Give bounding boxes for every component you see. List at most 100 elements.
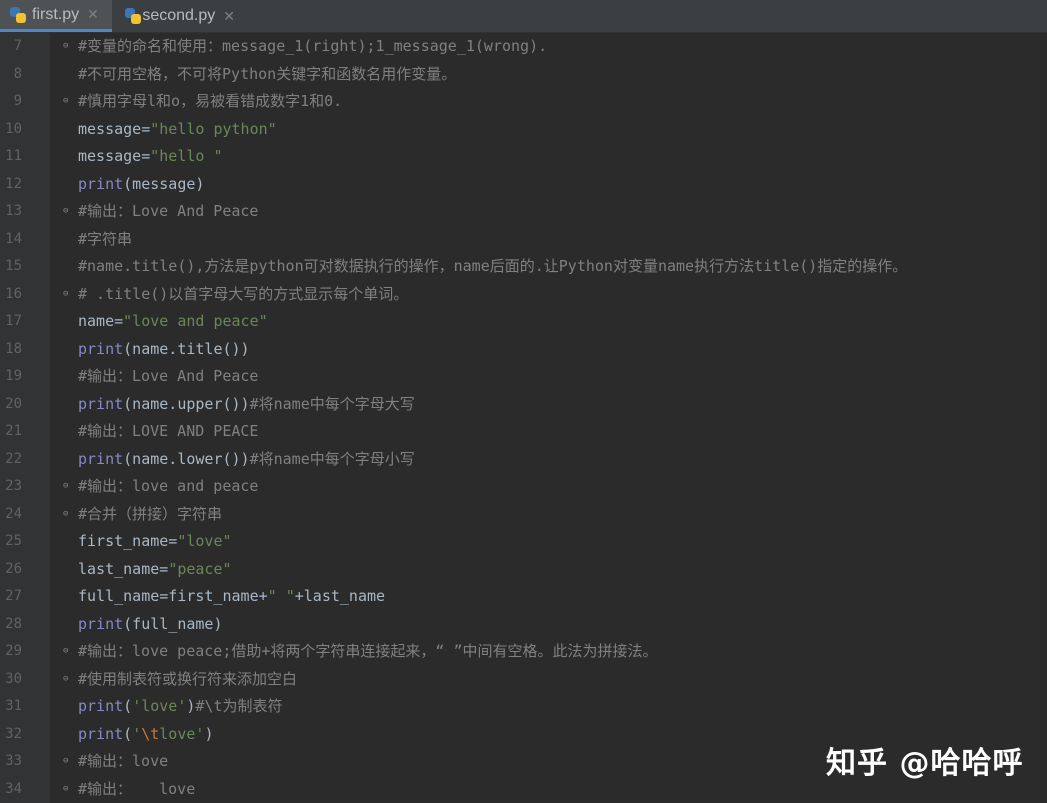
code-line: 12 print(message)	[0, 171, 1047, 199]
comment: #输出：love and peace	[78, 477, 259, 495]
comment: #变量的命名和使用：message_1(right);1_message_1(w…	[78, 37, 548, 55]
code-line: 17 name="love and peace"	[0, 308, 1047, 336]
line-number: 25	[5, 533, 22, 549]
identifier: message=	[78, 119, 151, 138]
builtin-keyword: print	[78, 614, 124, 633]
fold-marker-icon[interactable]: ⊖	[63, 289, 73, 300]
comment: #合并（拼接）字符串	[78, 504, 223, 523]
fold-marker-icon[interactable]: ⊖	[63, 41, 73, 52]
comment: # .title()以首字母大写的方式显示每个单词。	[78, 284, 409, 303]
line-number: 20	[5, 395, 22, 412]
comment: #输出：Love And Peace	[78, 367, 259, 385]
line-number: 9	[13, 93, 22, 109]
close-icon[interactable]: ✕	[223, 8, 235, 25]
code-line: 15 #name.title(),方法是python可对数据执行的操作，name…	[0, 253, 1047, 281]
line-number: 7	[13, 38, 22, 54]
identifier: full_name=first_name+	[78, 587, 268, 605]
fold-marker-icon[interactable]: ⊖	[63, 756, 73, 767]
code-line: 31 print('love')#\t为制表符	[0, 693, 1047, 721]
fold-marker-icon[interactable]: ⊖	[63, 674, 73, 685]
code-line: 8 #不可用空格，不可将Python关键字和函数名用作变量。	[0, 61, 1047, 89]
line-number: 15	[5, 258, 22, 274]
line-number: 22	[5, 450, 22, 467]
line-number: 23	[5, 478, 22, 494]
code-line: 7 ⊖ #变量的命名和使用：message_1(right);1_message…	[0, 33, 1047, 61]
string-literal: "hello "	[150, 147, 223, 165]
fold-marker-icon[interactable]: ⊖	[63, 481, 73, 492]
identifier: (message)	[123, 174, 205, 193]
tab-label: first.py	[32, 5, 80, 23]
fold-marker-icon[interactable]: ⊖	[63, 784, 73, 795]
line-number: 16	[5, 285, 22, 302]
identifier: message=	[78, 147, 151, 165]
python-file-icon	[10, 6, 26, 23]
comment: #将name中每个字母小写	[249, 449, 415, 468]
identifier: name=	[78, 312, 124, 330]
comment: #输出：Love And Peace	[78, 202, 259, 220]
tab-second-py[interactable]: second.py ✕	[115, 0, 245, 32]
builtin-keyword: print	[78, 339, 124, 358]
string-literal: " "	[267, 587, 295, 605]
line-number: 14	[5, 230, 22, 247]
string-literal: "hello python"	[150, 119, 277, 138]
line-number: 26	[5, 560, 22, 577]
identifier: last_name=	[78, 559, 169, 578]
line-number: 13	[5, 203, 22, 219]
code-line: 9 ⊖ #慎用字母l和o，易被看错成数字1和0.	[0, 88, 1047, 116]
fold-marker-icon[interactable]: ⊖	[63, 509, 73, 520]
code-line: 26 last_name="peace"	[0, 556, 1047, 584]
string-literal: 'love'	[132, 697, 187, 715]
string-literal: '	[132, 724, 142, 743]
line-number: 28	[5, 615, 22, 632]
paren: (	[123, 697, 133, 715]
comment: #输出：love	[78, 752, 169, 770]
tab-first-py[interactable]: first.py ✕	[0, 0, 112, 32]
line-number: 8	[13, 65, 22, 82]
line-number: 10	[5, 120, 22, 137]
python-file-icon	[125, 8, 141, 24]
code-line: 29 ⊖ #输出：love peace;借助+将两个字符串连接起来，“ ”中间有…	[0, 638, 1047, 666]
code-line: 11 message="hello "	[0, 143, 1047, 171]
line-number: 32	[5, 725, 22, 742]
code-line: 25 first_name="love"	[0, 528, 1047, 556]
line-number: 11	[5, 148, 22, 164]
code-line: 23 ⊖ #输出：love and peace	[0, 473, 1047, 501]
line-number: 33	[5, 753, 22, 769]
fold-marker-icon[interactable]: ⊖	[63, 646, 73, 657]
close-icon[interactable]: ✕	[87, 6, 99, 23]
builtin-keyword: print	[78, 724, 124, 743]
code-line: 28 print(full_name)	[0, 611, 1047, 639]
comment: #不可用空格，不可将Python关键字和函数名用作变量。	[78, 64, 457, 83]
fold-marker-icon[interactable]: ⊖	[63, 96, 73, 107]
comment: #输出：love peace;借助+将两个字符串连接起来，“ ”中间有空格。此法…	[78, 642, 658, 660]
line-number: 27	[5, 588, 22, 604]
code-line: 30 ⊖ #使用制表符或换行符来添加空白	[0, 666, 1047, 694]
comment: #字符串	[78, 229, 133, 248]
line-number: 18	[5, 340, 22, 357]
line-number: 29	[5, 643, 22, 659]
code-line: 21 #输出：LOVE AND PEACE	[0, 418, 1047, 446]
comment: #将name中每个字母大写	[249, 394, 415, 413]
line-number: 21	[5, 423, 22, 439]
builtin-keyword: print	[78, 174, 124, 193]
fold-marker-icon[interactable]: ⊖	[63, 206, 73, 217]
line-number: 19	[5, 368, 22, 384]
code-line: 19 #输出：Love And Peace	[0, 363, 1047, 391]
comment: #慎用字母l和o，易被看错成数字1和0.	[78, 92, 343, 110]
comment: #输出：LOVE AND PEACE	[78, 422, 259, 440]
line-number: 34	[5, 780, 22, 797]
code-line: 24 ⊖ #合并（拼接）字符串	[0, 501, 1047, 529]
code-line: 10 message="hello python"	[0, 116, 1047, 144]
string-literal: "love"	[177, 532, 232, 550]
code-line: 16 ⊖ # .title()以首字母大写的方式显示每个单词。	[0, 281, 1047, 309]
code-line: 14 #字符串	[0, 226, 1047, 254]
identifier: (name.upper())	[123, 394, 250, 413]
string-literal: "love and peace"	[123, 312, 268, 330]
tab-label: second.py	[142, 7, 216, 24]
identifier: (name.title())	[123, 339, 250, 358]
code-line: 20 print(name.upper())#将name中每个字母大写	[0, 391, 1047, 419]
identifier: (name.lower())	[123, 449, 250, 468]
comment: #\t为制表符	[195, 697, 283, 715]
builtin-keyword: print	[78, 697, 124, 715]
line-number: 30	[5, 670, 22, 687]
